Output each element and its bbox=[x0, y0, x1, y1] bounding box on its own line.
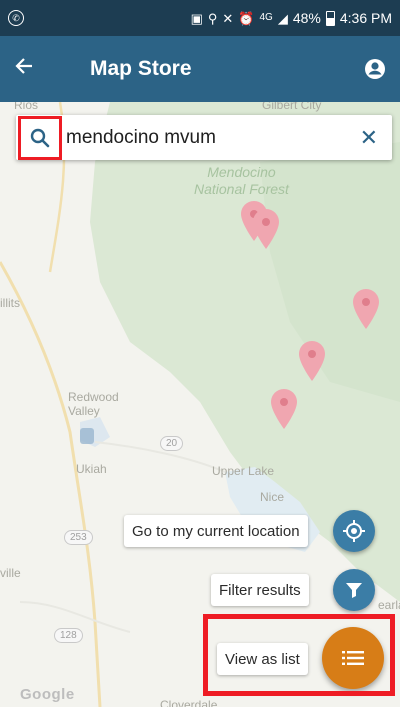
4g-icon: 4G bbox=[259, 12, 273, 23]
whatsapp-icon: ✆ bbox=[8, 10, 24, 26]
map-label-city: Gilbert City bbox=[262, 102, 322, 112]
map-label-clearlake: earla bbox=[378, 598, 400, 612]
view-as-list-button[interactable] bbox=[322, 627, 384, 689]
map-label-nice: Nice bbox=[260, 490, 285, 504]
map-label-willits: illits bbox=[0, 296, 20, 310]
crosshair-icon bbox=[343, 520, 365, 542]
search-input[interactable]: mendocino mvum bbox=[66, 127, 216, 149]
map-pin-icon[interactable] bbox=[252, 208, 280, 250]
route-shield: 253 bbox=[64, 530, 93, 545]
app-bar: Map Store bbox=[0, 36, 400, 102]
filter-results-label[interactable]: Filter results bbox=[211, 574, 309, 606]
route-shield: 20 bbox=[160, 436, 184, 451]
account-circle-icon[interactable] bbox=[364, 58, 386, 80]
sim-icon: ▣ bbox=[190, 10, 203, 26]
route-shield: 128 bbox=[54, 628, 83, 643]
forest-line-1: Mendocino bbox=[207, 164, 276, 180]
map-label-ukiah: Ukiah bbox=[76, 462, 107, 476]
page-title: Map Store bbox=[90, 57, 192, 80]
map-label-cloverdale: Cloverdale bbox=[160, 698, 218, 707]
map-label-rios: Rios bbox=[14, 102, 39, 112]
view-as-list-label[interactable]: View as list bbox=[217, 643, 308, 675]
search-button[interactable] bbox=[18, 115, 62, 160]
clock: 4:36 PM bbox=[339, 10, 392, 26]
map-label-lakeport: ville bbox=[0, 566, 21, 580]
map-pin-icon[interactable] bbox=[270, 388, 298, 430]
mute-icon: ✕ bbox=[222, 10, 234, 26]
map-pin-icon[interactable] bbox=[298, 340, 326, 382]
alarm-icon: ⏰ bbox=[238, 10, 255, 26]
location-icon: ⚲ bbox=[207, 10, 218, 26]
google-logo: Google bbox=[20, 686, 75, 703]
filter-results-button[interactable] bbox=[333, 569, 375, 611]
current-location-label[interactable]: Go to my current location bbox=[124, 515, 308, 547]
list-icon bbox=[342, 651, 364, 665]
battery-percent: 48% bbox=[292, 10, 321, 26]
forest-line-2: National Forest bbox=[194, 181, 289, 197]
map-label-redwood-2: Valley bbox=[68, 404, 100, 418]
map-label-forest: Mendocino National Forest bbox=[194, 164, 289, 198]
close-icon[interactable]: ✕ bbox=[360, 125, 378, 151]
map-label-redwood-1: Redwood bbox=[68, 390, 119, 404]
search-bar: mendocino mvum ✕ bbox=[16, 115, 392, 160]
map-pin-icon[interactable] bbox=[352, 288, 380, 330]
marker-icon bbox=[80, 428, 94, 444]
arrow-left-icon[interactable] bbox=[14, 55, 54, 83]
signal-icon: ◢ bbox=[277, 10, 288, 26]
search-icon bbox=[30, 128, 50, 147]
status-bar: ✆ ▣ ⚲ ✕ ⏰ 4G ◢ 48% 4:36 PM bbox=[0, 0, 400, 36]
filter-icon bbox=[346, 583, 362, 598]
current-location-button[interactable] bbox=[333, 510, 375, 552]
battery-icon bbox=[325, 10, 335, 26]
map-view[interactable]: Gilbert City Rios Mendocino National For… bbox=[0, 102, 400, 707]
map-label-upper-lake: Upper Lake bbox=[212, 464, 275, 478]
